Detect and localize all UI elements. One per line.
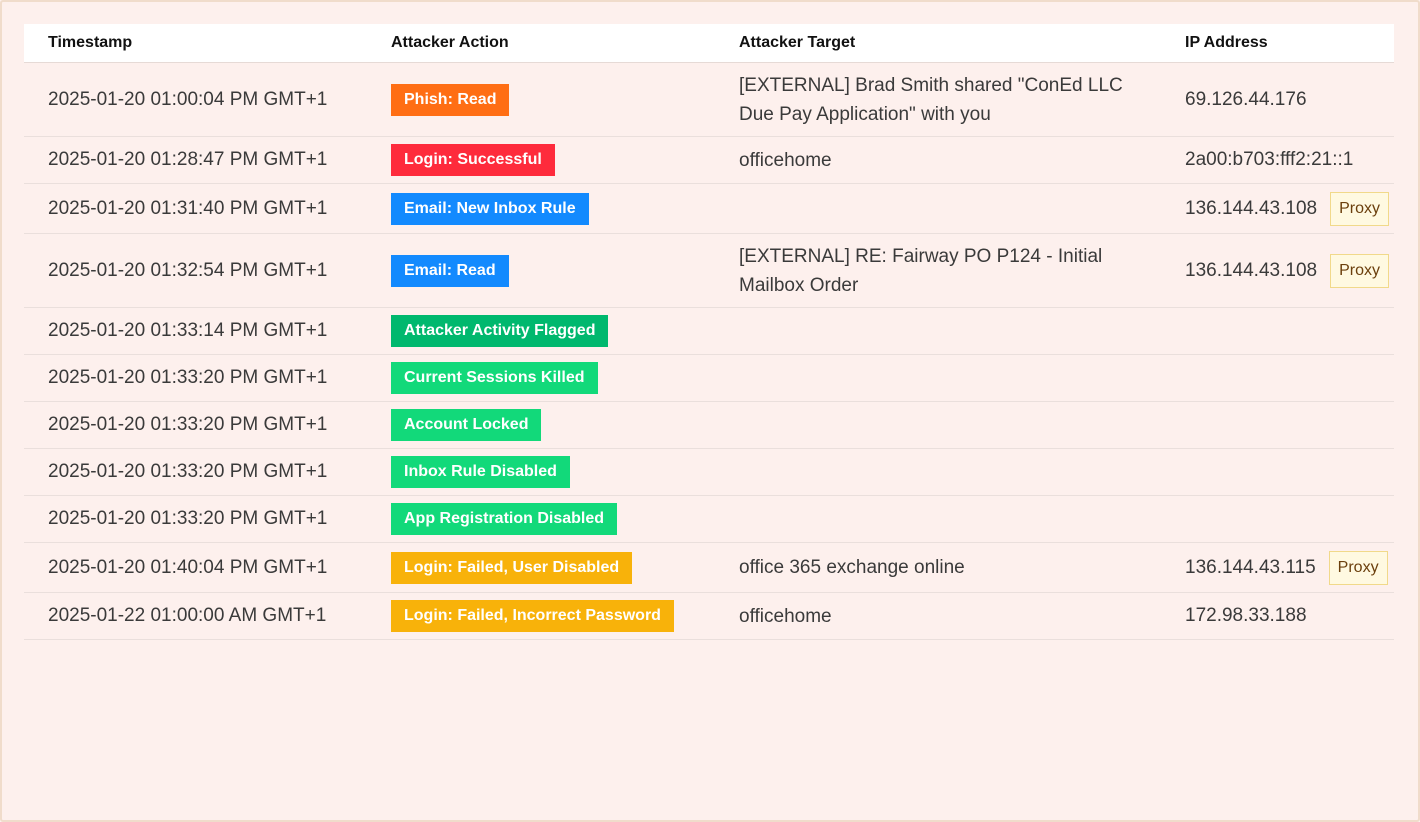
timestamp-cell: 2025-01-20 01:31:40 PM GMT+1: [48, 197, 328, 219]
ip-address-cell: 136.144.43.108 Proxy: [1162, 191, 1394, 226]
proxy-badge: Proxy: [1330, 191, 1389, 226]
ip-address-cell: 136.144.43.115 Proxy: [1162, 550, 1394, 585]
table-row[interactable]: 2025-01-20 01:33:20 PM GMT+1 Inbox Rule D…: [24, 449, 1394, 496]
attacker-action-cell: Phish: Read: [368, 83, 716, 116]
timestamp-cell: 2025-01-20 01:33:14 PM GMT+1: [48, 320, 328, 341]
action-badge[interactable]: Login: Successful: [391, 144, 555, 176]
table-row[interactable]: 2025-01-20 01:28:47 PM GMT+1 Login: Succe…: [24, 137, 1394, 184]
attacker-action-cell: Email: Read: [368, 254, 716, 287]
table-row[interactable]: 2025-01-22 01:00:00 AM GMT+1 Login: Faile…: [24, 593, 1394, 640]
action-badge[interactable]: Attacker Activity Flagged: [391, 315, 609, 347]
table-row[interactable]: 2025-01-20 01:33:20 PM GMT+1 App Registra…: [24, 496, 1394, 543]
attacker-action-cell: App Registration Disabled: [368, 503, 716, 535]
ip-address-cell: 2a00:b703:fff2:21::1: [1162, 149, 1394, 171]
action-badge[interactable]: Current Sessions Killed: [391, 362, 598, 394]
table-row[interactable]: 2025-01-20 01:33:20 PM GMT+1 Account Lock…: [24, 402, 1394, 449]
table-header: Timestamp Attacker Action Attacker Targe…: [24, 24, 1394, 63]
attacker-target-cell: officehome: [739, 149, 832, 171]
table-row[interactable]: 2025-01-20 01:33:20 PM GMT+1 Current Sess…: [24, 355, 1394, 402]
table-row[interactable]: 2025-01-20 01:33:14 PM GMT+1 Attacker Act…: [24, 308, 1394, 355]
attacker-target-cell: office 365 exchange online: [739, 557, 965, 578]
column-header-attacker-action[interactable]: Attacker Action: [368, 34, 716, 52]
attacker-action-cell: Login: Failed, Incorrect Password: [368, 600, 716, 632]
timestamp-cell: 2025-01-20 01:33:20 PM GMT+1: [48, 414, 328, 435]
attacker-action-cell: Login: Successful: [368, 144, 716, 176]
timestamp-cell: 2025-01-20 01:40:04 PM GMT+1: [48, 556, 328, 578]
proxy-badge: Proxy: [1328, 550, 1388, 585]
timestamp-cell: 2025-01-20 01:32:54 PM GMT+1: [48, 259, 328, 281]
table-row[interactable]: 2025-01-20 01:00:04 PM GMT+1 Phish: Read […: [24, 63, 1394, 137]
column-header-attacker-target[interactable]: Attacker Target: [716, 34, 1162, 52]
ip-address: 172.98.33.188: [1185, 605, 1307, 626]
action-badge[interactable]: Login: Failed, User Disabled: [391, 551, 633, 584]
table-row[interactable]: 2025-01-20 01:32:54 PM GMT+1 Email: Read […: [24, 234, 1394, 308]
attacker-target-cell: [EXTERNAL] Brad Smith shared "ConEd LLC …: [739, 74, 1123, 125]
table-body: 2025-01-20 01:00:04 PM GMT+1 Phish: Read […: [24, 63, 1394, 640]
timestamp-cell: 2025-01-20 01:33:20 PM GMT+1: [48, 508, 328, 529]
ip-address-cell: 172.98.33.188: [1162, 605, 1394, 627]
ip-address: 136.144.43.108: [1185, 259, 1318, 281]
ip-address: 136.144.43.115: [1185, 556, 1316, 578]
attacker-target-cell: officehome: [739, 605, 832, 627]
attacker-action-cell: Current Sessions Killed: [368, 362, 716, 394]
action-badge[interactable]: Email: Read: [391, 254, 509, 287]
ip-address-cell: 136.144.43.108 Proxy: [1162, 253, 1394, 288]
ip-address: 2a00:b703:fff2:21::1: [1185, 149, 1354, 170]
table-row[interactable]: 2025-01-20 01:40:04 PM GMT+1 Login: Faile…: [24, 543, 1394, 593]
action-badge[interactable]: Email: New Inbox Rule: [391, 192, 589, 225]
timestamp-cell: 2025-01-20 01:33:20 PM GMT+1: [48, 461, 328, 482]
action-badge[interactable]: Phish: Read: [391, 83, 510, 116]
action-badge[interactable]: Inbox Rule Disabled: [391, 456, 570, 488]
table-row[interactable]: 2025-01-20 01:31:40 PM GMT+1 Email: New I…: [24, 184, 1394, 234]
attacker-action-cell: Email: New Inbox Rule: [368, 192, 716, 225]
attacker-target-cell: [EXTERNAL] RE: Fairway PO P124 - Initial…: [739, 245, 1103, 296]
ip-address: 136.144.43.108: [1185, 197, 1318, 219]
action-badge[interactable]: App Registration Disabled: [391, 503, 618, 535]
attacker-action-cell: Inbox Rule Disabled: [368, 456, 716, 488]
timestamp-cell: 2025-01-20 01:28:47 PM GMT+1: [48, 149, 328, 170]
column-header-ip-address[interactable]: IP Address: [1162, 34, 1394, 52]
proxy-badge: Proxy: [1330, 253, 1389, 288]
action-badge[interactable]: Login: Failed, Incorrect Password: [391, 600, 674, 632]
column-header-timestamp[interactable]: Timestamp: [24, 34, 368, 52]
timestamp-cell: 2025-01-20 01:00:04 PM GMT+1: [48, 88, 328, 110]
attacker-action-cell: Login: Failed, User Disabled: [368, 551, 716, 584]
ip-address-cell: 69.126.44.176: [1162, 89, 1394, 111]
timestamp-cell: 2025-01-22 01:00:00 AM GMT+1: [48, 605, 327, 626]
attacker-action-cell: Attacker Activity Flagged: [368, 315, 716, 347]
action-badge[interactable]: Account Locked: [391, 409, 542, 441]
ip-address: 69.126.44.176: [1185, 88, 1307, 110]
timestamp-cell: 2025-01-20 01:33:20 PM GMT+1: [48, 367, 328, 388]
activity-table: Timestamp Attacker Action Attacker Targe…: [24, 24, 1394, 640]
attacker-action-cell: Account Locked: [368, 409, 716, 441]
